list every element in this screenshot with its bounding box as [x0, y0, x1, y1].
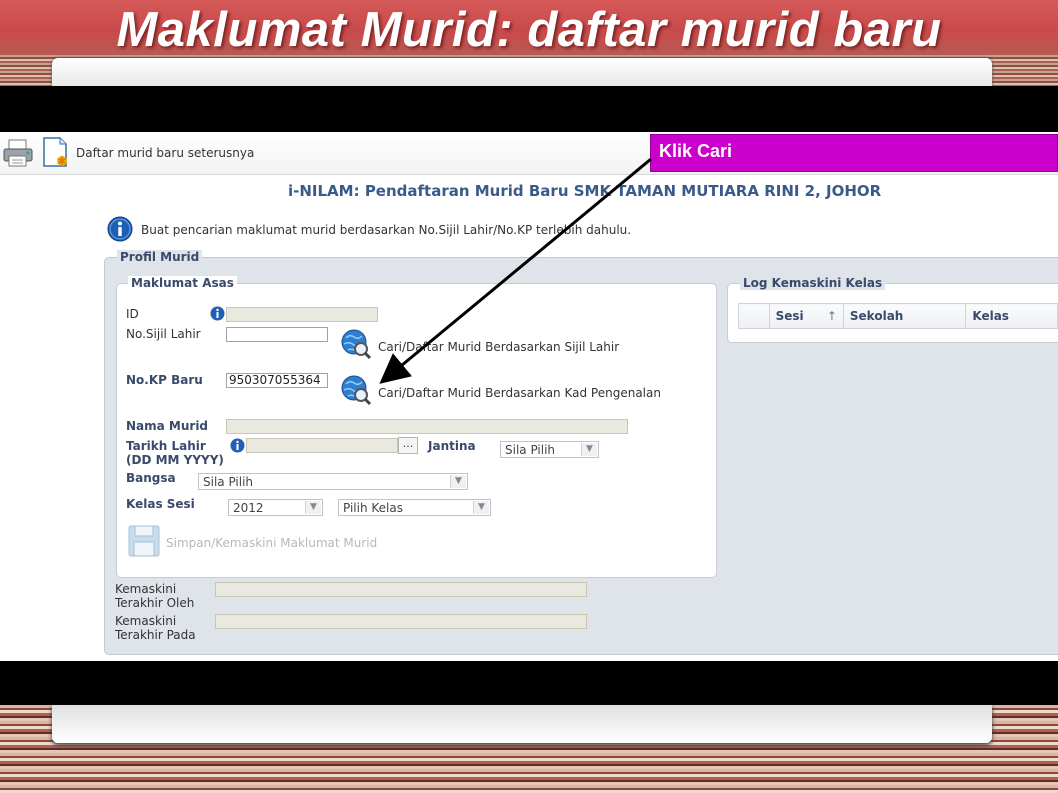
- search-by-kp-link[interactable]: Cari/Daftar Murid Berdasarkan Kad Pengen…: [378, 386, 661, 400]
- sesi-select[interactable]: 2012 ▼: [228, 499, 323, 516]
- toolbar: Daftar murid baru seterusnya Klik Cari: [0, 132, 1058, 175]
- maklumat-asas-legend: Maklumat Asas: [128, 276, 237, 290]
- save-button[interactable]: Simpan/Kemaskini Maklumat Murid: [166, 536, 377, 550]
- new-student-button[interactable]: Daftar murid baru seterusnya: [76, 146, 254, 160]
- search-by-sijil-link[interactable]: Cari/Daftar Murid Berdasarkan Sijil Lahi…: [378, 340, 619, 354]
- log-col-sekolah[interactable]: Sekolah: [842, 303, 967, 329]
- id-label: ID: [126, 307, 139, 321]
- profil-murid-legend: Profil Murid: [117, 250, 203, 264]
- kemaskini-pada-field: [215, 614, 587, 629]
- sijil-lahir-input[interactable]: [226, 327, 328, 342]
- new-document-icon[interactable]: [41, 136, 71, 168]
- kemaskini-pada-label: Kemaskini: [115, 614, 177, 628]
- search-sijil-icon[interactable]: [340, 328, 372, 360]
- nama-murid-label: Nama Murid: [126, 419, 209, 433]
- log-col-kelas[interactable]: Kelas: [965, 303, 1058, 329]
- kemaskini-oleh-field: [215, 582, 587, 597]
- kp-baru-label: No.KP Baru: [126, 373, 203, 387]
- log-col-blank: [738, 303, 770, 329]
- chevron-down-icon: ▼: [473, 501, 489, 514]
- kelas-sesi-label: Kelas Sesi: [126, 497, 195, 511]
- id-field: [226, 307, 378, 322]
- printer-icon[interactable]: [2, 138, 34, 168]
- chevron-down-icon: ▼: [305, 501, 321, 514]
- page-title: i-NILAM: Pendaftaran Murid Baru SMK TAMA…: [288, 182, 882, 200]
- info-text: Buat pencarian maklumat murid berdasarka…: [141, 223, 632, 237]
- top-black-bar: [0, 86, 1058, 132]
- slide-bottom-panel: [52, 705, 992, 743]
- jantina-label: Jantina: [428, 439, 476, 453]
- bangsa-select[interactable]: Sila Pilih ▼: [198, 473, 468, 490]
- info-icon: [210, 306, 225, 321]
- save-icon: [128, 525, 160, 557]
- bottom-black-bar: [0, 661, 1058, 707]
- kemaskini-oleh-label-2: Terakhir Oleh: [115, 596, 195, 610]
- sort-up-icon: ↑: [826, 309, 837, 323]
- log-col-sesi[interactable]: Sesi ↑: [768, 303, 844, 329]
- chevron-down-icon: ▼: [450, 475, 466, 488]
- info-icon: [107, 216, 133, 242]
- search-kp-icon[interactable]: [340, 374, 372, 406]
- tarikh-format-label: (DD MM YYYY): [126, 453, 224, 467]
- tarikh-lahir-label: Tarikh Lahir: [126, 439, 206, 453]
- chevron-down-icon: ▼: [581, 443, 597, 456]
- nama-murid-field: [226, 419, 628, 434]
- log-table: Sesi ↑ Sekolah Kelas: [738, 303, 1058, 329]
- jantina-select[interactable]: Sila Pilih ▼: [500, 441, 599, 458]
- bangsa-label: Bangsa: [126, 471, 176, 485]
- log-kemaskini-legend: Log Kemaskini Kelas: [740, 276, 886, 290]
- tarikh-lahir-field: [246, 438, 398, 453]
- kp-baru-input[interactable]: 950307055364: [226, 373, 328, 388]
- slide-title: Maklumat Murid: daftar murid baru: [116, 3, 942, 57]
- callout-klik-cari: Klik Cari: [650, 134, 1058, 172]
- kemaskini-pada-label-2: Terakhir Pada: [115, 628, 196, 642]
- info-icon: [230, 438, 245, 453]
- sijil-lahir-label: No.Sijil Lahir: [126, 327, 201, 341]
- date-picker-button[interactable]: ...: [398, 437, 418, 454]
- slide-top-panel: [52, 58, 992, 86]
- kelas-select[interactable]: Pilih Kelas ▼: [338, 499, 491, 516]
- kemaskini-oleh-label: Kemaskini: [115, 582, 177, 596]
